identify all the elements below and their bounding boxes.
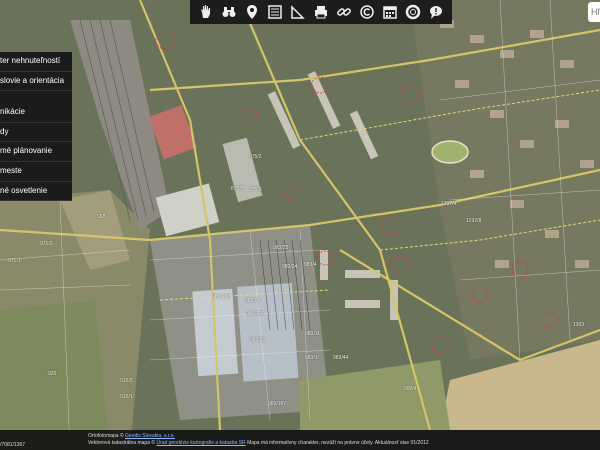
parcel-label: 983/24 <box>282 264 298 270</box>
parcel-label: 1303 <box>573 322 585 328</box>
menu-item-lighting[interactable]: né osvetlenie <box>0 182 72 202</box>
parcel-label: 1297/4 <box>441 201 457 207</box>
ruler-icon[interactable] <box>288 2 308 22</box>
parcel-label: 912/2 <box>120 378 133 384</box>
orthophoto-map[interactable] <box>0 0 600 450</box>
parcel-label: 983/44 <box>333 355 349 361</box>
parcel-label: 926 <box>48 371 57 377</box>
pin-icon[interactable] <box>242 2 262 22</box>
hand-icon[interactable] <box>196 2 216 22</box>
parcel-label: 983/188 <box>212 294 231 300</box>
attribution-line-cadastre: Vektorová katastrálna mapa © Úrad geodéz… <box>88 440 429 446</box>
attribution-footer: /7081/1367 Ortofotomapa © Geodis Slovaki… <box>0 430 600 450</box>
menu-item-dy[interactable]: dy <box>0 123 72 143</box>
menu-item-city[interactable]: meste <box>0 162 72 182</box>
parcel-label: 875/3 <box>249 187 262 193</box>
menu-item-property-register[interactable]: ter nehnuteľností <box>0 52 72 72</box>
attribution-line-orthophoto: Ortofotomapa © Geodis Slovakia, s.r.o. <box>88 433 175 439</box>
parcel-label: 912/1 <box>120 394 133 400</box>
parcel-label: 983/4 <box>304 262 317 268</box>
lifebuoy-icon[interactable] <box>403 2 423 22</box>
stadium <box>431 140 469 164</box>
parcel-label: 983/107 <box>246 311 265 317</box>
layer-menu: ter nehnuteľností slovie a orientácia ni… <box>0 52 72 202</box>
link-icon[interactable] <box>334 2 354 22</box>
parcel-label: 968 <box>97 214 106 220</box>
menu-item-communications[interactable]: nikácie <box>0 103 72 123</box>
parcel-label: 1292/8 <box>466 218 482 224</box>
binoculars-icon[interactable] <box>219 2 239 22</box>
parcel-label: 983/68 <box>245 298 261 304</box>
menu-item-planning[interactable]: mé plánovanie <box>0 142 72 162</box>
parcel-label: 983/53 <box>250 337 266 343</box>
speech-bubble-icon[interactable] <box>426 2 446 22</box>
parcel-label: 983/1 <box>305 355 318 361</box>
parcel-label: 971/1 <box>8 258 21 264</box>
parcel-label: 983/187 <box>268 401 287 407</box>
map-toolbar <box>190 0 452 24</box>
ugkk-link[interactable]: Úrad geodézie kartografie a katastra SR <box>156 440 245 446</box>
menu-item-orientation[interactable]: slovie a orientácia <box>0 72 72 92</box>
parcel-label: 875/2 <box>249 154 262 160</box>
search-input[interactable]: Hľ <box>588 2 600 22</box>
parcel-label: 971/2 <box>40 241 53 247</box>
parcel-label: 983/25 <box>273 245 289 251</box>
parcel-label: 900/4 <box>404 386 417 392</box>
parcel-label: 875/5 <box>231 186 244 192</box>
list-icon[interactable] <box>265 2 285 22</box>
copyright-icon[interactable] <box>357 2 377 22</box>
geodis-link[interactable]: Geodis Slovakia, s.r.o. <box>125 433 175 439</box>
coordinate-code: /7081/1367 <box>0 442 26 448</box>
calendar-icon[interactable] <box>380 2 400 22</box>
print-icon[interactable] <box>311 2 331 22</box>
parcel-label: 983/11 <box>305 331 320 337</box>
